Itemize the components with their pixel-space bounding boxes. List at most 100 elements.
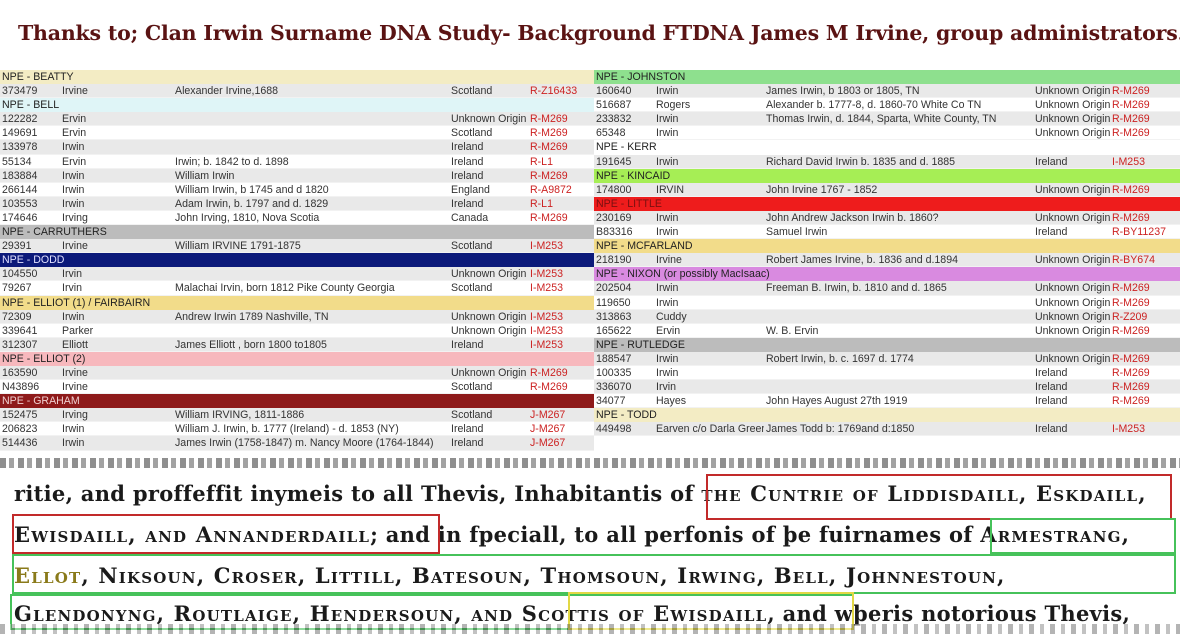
group-header: NPE - ELLIOT (2) [0,351,594,366]
group-header: NPE - CARRUTHERS [0,225,594,240]
kit-number-cell: 339641 [2,324,38,337]
origin-cell: Unknown Origin [1035,113,1111,126]
haplogroup-cell: I-M253 [1112,423,1145,436]
origin-cell: Unknown Origin [1035,282,1111,295]
origin-cell: Ireland [451,141,484,154]
group-header: NPE - MCFARLAND [594,239,1180,254]
kit-number-cell: 103553 [2,197,38,210]
table-row: 119650 Irwin Unknown Origin R-M269 [594,296,1180,310]
surname-cell: Hayes [656,395,687,408]
table-row: 191645 Irwin Richard David Irwin b. 1835 a… [594,154,1180,169]
origin-cell: Ireland [451,338,484,351]
origin-cell: Ireland [1035,155,1068,168]
kit-number-cell: 65348 [596,127,626,140]
haplogroup-cell: R-M269 [1112,366,1150,379]
origin-cell: Ireland [451,155,484,168]
haplogroup-cell: R-BY674 [1112,254,1155,267]
haplogroup-cell: R-M269 [530,169,568,182]
table-row: 266144 Irwin William Irwin, b 1745 and d 1… [0,183,594,197]
ancestor-cell: John Hayes August 27th 1919 [766,395,908,408]
kit-number-cell: 163590 [2,366,38,379]
kit-number-cell: 72309 [2,310,32,323]
ancestor-cell: Adam Irwin, b. 1797 and d. 1829 [175,197,329,210]
kit-number-cell: 79267 [2,282,32,295]
ancestor-cell: W. B. Ervin [766,324,819,337]
haplogroup-cell: R-BY11237 [1112,226,1166,239]
ancestor-cell: Samuel Irwin [766,226,828,239]
ancestor-cell: William Irwin, b 1745 and d 1820 [175,183,329,196]
origin-cell: Unknown Origin [1035,211,1111,224]
origin-cell: Scotland [451,282,493,295]
ancestor-cell: Malachai Irvin, born 1812 Pike County Ge… [175,282,395,295]
kit-number-cell: 55134 [2,155,32,168]
kit-number-cell: 373479 [2,85,38,98]
kit-number-cell: 29391 [2,240,32,253]
kit-number-cell: 206823 [2,423,38,436]
table-row: 230169 Irwin John Andrew Jackson Irwin b. … [594,210,1180,226]
ancestor-cell: Freeman B. Irwin, b. 1810 and d. 1865 [766,282,947,295]
surname-cell: Parker [62,324,94,337]
surname-cell: Irwin [62,183,85,196]
haplogroup-cell: R-Z209 [1112,310,1148,323]
ancestor-cell: James Irwin (1758-1847) m. Nancy Moore (… [175,437,434,450]
haplogroup-cell: I-M253 [530,324,563,337]
haplogroup-cell: R-A9872 [530,183,572,196]
kit-number-cell: 174646 [2,211,38,224]
origin-cell: Unknown Origin [1035,296,1111,309]
haplogroup-cell: J-M267 [530,423,566,436]
table-row: 149691 Ervin Scotland R-M269 [0,126,594,141]
origin-cell: Unknown Origin [451,113,527,126]
origin-cell: Scotland [451,381,493,394]
kit-number-cell: B83316 [596,226,633,239]
haplogroup-cell: R-M269 [1112,395,1150,408]
highlight-box-surnames [12,554,1176,594]
haplogroup-cell: R-M269 [1112,183,1150,196]
surname-cell: Irwin [656,127,679,140]
haplogroup-cell: I-M253 [530,240,563,253]
surname-cell: Irwin [656,211,679,224]
origin-cell: Unknown Origin [451,310,527,323]
haplogroup-cell: J-M267 [530,409,566,422]
surname-cell: Irwin [656,113,679,126]
haplogroup-cell: I-M253 [1112,155,1145,168]
ancestor-cell: William J. Irwin, b. 1777 (Ireland) - d.… [175,423,399,436]
kit-number-cell: 266144 [2,183,38,196]
surname-cell: Ervin [62,127,87,140]
highlight-box-armestrang [990,518,1176,554]
highlight-box-regions-1 [706,474,1172,520]
surname-cell: Irvine [62,240,88,253]
haplogroup-cell: R-L1 [530,197,553,210]
table-row: 183884 Irwin William Irwin Ireland R-M269 [0,168,594,183]
surname-cell: Irvine [62,366,88,379]
table-row: 516687 Rogers Alexander b. 1777-8, d. 1860… [594,98,1180,113]
origin-cell: Unknown Origin [1035,183,1111,196]
surname-cell: Irvin [62,282,83,295]
surname-cell: Irwin [656,226,679,239]
surname-cell: IRVIN [656,183,685,196]
kit-number-cell: 160640 [596,85,632,98]
table-row: 122282 Ervin Unknown Origin R-M269 [0,112,594,127]
kit-number-cell: 514436 [2,437,38,450]
kit-number-cell: 152475 [2,409,38,422]
origin-cell: Unknown Origin [1035,127,1111,140]
group-header: NPE - BEATTY [0,70,594,85]
table-row: 449498 Earven c/o Darla Greer James Todd b… [594,422,1180,437]
kit-number-cell: 183884 [2,169,38,182]
table-row: 160640 Irwin James Irwin, b 1803 or 1805, … [594,84,1180,99]
surname-cell: Elliott [62,338,88,351]
origin-cell: Unknown Origin [1035,254,1111,267]
npe-table-right: NPE - JOHNSTON 160640 Irwin James Irwin, b … [594,70,1180,456]
kit-number-cell: 104550 [2,268,38,281]
origin-cell: Canada [451,211,489,224]
ancestor-cell: Robert Irwin, b. c. 1697 d. 1774 [766,352,914,365]
haplogroup-cell: R-M269 [1112,352,1150,365]
haplogroup-cell: I-M253 [530,282,563,295]
surname-cell: Irvin [656,381,677,394]
haplogroup-cell: I-M253 [530,338,563,351]
group-header: NPE - ELLIOT (1) / FAIRBAIRN [0,295,594,310]
table-row: 336070 Irvin Ireland R-M269 [594,380,1180,395]
origin-cell: Ireland [1035,366,1068,379]
kit-number-cell: 233832 [596,113,632,126]
ancestor-cell: James Elliott , born 1800 to1805 [175,338,327,351]
ancestor-cell: William IRVING, 1811-1886 [175,409,305,422]
